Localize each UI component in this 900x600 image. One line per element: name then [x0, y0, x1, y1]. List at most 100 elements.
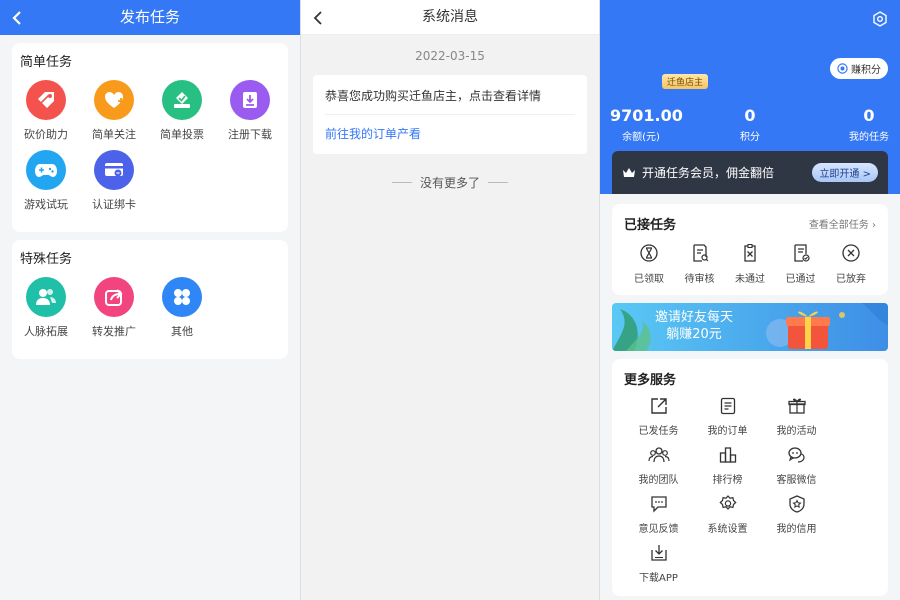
task-type-network[interactable]: 人脉拓展	[12, 277, 80, 339]
avatar[interactable]	[614, 52, 660, 98]
task-status-label: 已通过	[785, 274, 816, 285]
task-status-approved[interactable]: 已通过	[776, 243, 826, 285]
hourglass-icon	[639, 243, 659, 266]
earn-points-label: 赚积分	[851, 65, 881, 76]
task-type-vote[interactable]: 简单投票	[148, 80, 216, 142]
service-ranking[interactable]: 排行榜	[693, 445, 762, 486]
service-label: 下载APP	[639, 573, 678, 584]
chevron-right-icon: ›	[872, 220, 876, 231]
task-type-label: 转发推广	[92, 325, 136, 338]
stat-balance[interactable]: 9701.00 余额(元)	[610, 106, 683, 143]
task-type-label: 简单投票	[160, 128, 204, 141]
task-status-abandoned[interactable]: 已放弃	[826, 243, 876, 285]
heart-plus-icon	[94, 80, 134, 120]
section-title: 已接任务	[624, 218, 677, 233]
member-badge: 迁鱼店主	[662, 74, 709, 89]
service-my-team[interactable]: 我的团队	[624, 445, 693, 486]
publish-task-panel: 发布任务 简单任务 砍价助力 简单关注 简单投票 注册下载 游戏试玩 认证绑卡 …	[0, 0, 300, 600]
service-label: 已发任务	[638, 426, 679, 437]
view-all-label: 查看全部任务	[808, 220, 869, 231]
special-task-section: 特殊任务 人脉拓展 转发推广 其他	[12, 240, 288, 359]
task-status-rejected[interactable]: 未通过	[725, 243, 775, 285]
task-type-label: 其他	[171, 325, 193, 338]
back-icon[interactable]	[309, 0, 327, 35]
messages-header: 系统消息	[301, 0, 599, 35]
card-link-icon	[94, 150, 134, 190]
task-type-label: 砍价助力	[24, 128, 68, 141]
service-label: 我的活动	[776, 426, 817, 437]
stat-tasks[interactable]: 0 我的任务	[840, 106, 898, 143]
vip-open-button[interactable]: 立即开通 >	[812, 163, 878, 182]
system-messages-panel: 系统消息 2022-03-15 恭喜您成功购买迁鱼店主，点击查看详情 前往我的订…	[300, 0, 600, 600]
task-status-label: 未通过	[735, 274, 765, 285]
message-date: 2022-03-15	[415, 49, 485, 63]
vip-text: 开通任务会员，佣金翻倍	[642, 166, 775, 180]
settings-icon[interactable]	[872, 11, 888, 30]
stat-value: 0	[863, 106, 875, 125]
download-icon	[230, 80, 270, 120]
task-status-label: 待审核	[684, 274, 715, 285]
gift-icon	[787, 396, 807, 419]
external-link-icon	[649, 396, 669, 419]
order-link[interactable]: 前往我的订单产看	[325, 115, 575, 142]
vip-bar: 开通任务会员，佣金翻倍 立即开通 >	[612, 151, 888, 194]
view-all-tasks-link[interactable]: 查看全部任务 ›	[809, 216, 876, 231]
service-settings[interactable]: 系统设置	[693, 494, 762, 535]
section-title: 简单任务	[20, 55, 73, 70]
profile-header: 迁鱼店主 赚积分 9701.00 余额(元) 0 积分 0 我的任务 开通任务会…	[600, 0, 900, 194]
tag-icon	[26, 80, 66, 120]
section-title: 更多服务	[624, 373, 677, 388]
no-more-indicator: 没有更多了	[301, 174, 599, 191]
service-my-credit[interactable]: 我的信用	[762, 494, 831, 535]
task-type-card[interactable]: 认证绑卡	[80, 150, 148, 212]
task-type-follow[interactable]: 简单关注	[80, 80, 148, 142]
service-my-activities[interactable]: 我的活动	[762, 396, 831, 437]
service-label: 意见反馈	[638, 524, 679, 535]
task-type-label: 认证绑卡	[92, 198, 136, 211]
earn-points-button[interactable]: 赚积分	[830, 58, 888, 79]
banner-line2: 躺赚20元	[666, 327, 722, 342]
task-status-claimed[interactable]: 已领取	[624, 243, 674, 285]
service-published-tasks[interactable]: 已发任务	[624, 396, 693, 437]
gamepad-icon	[26, 150, 66, 190]
back-icon[interactable]	[8, 0, 26, 35]
task-type-other[interactable]: 其他	[148, 277, 216, 339]
coin-icon	[837, 63, 848, 74]
vote-box-icon	[162, 80, 202, 120]
task-status-pending[interactable]: 待审核	[675, 243, 725, 285]
task-type-bargain[interactable]: 砍价助力	[12, 80, 80, 142]
review-doc-icon	[690, 243, 710, 266]
service-label: 客服微信	[776, 475, 817, 486]
task-type-register[interactable]: 注册下载	[216, 80, 284, 142]
stat-points[interactable]: 0 积分	[730, 106, 770, 143]
crown-icon	[622, 167, 636, 179]
service-my-orders[interactable]: 我的订单	[693, 396, 762, 437]
service-label: 我的信用	[776, 524, 817, 535]
message-text[interactable]: 恭喜您成功购买迁鱼店主，点击查看详情	[325, 87, 575, 115]
message-card[interactable]: 恭喜您成功购买迁鱼店主，点击查看详情 前往我的订单产看	[313, 75, 587, 154]
people-icon	[26, 277, 66, 317]
service-feedback[interactable]: 意见反馈	[624, 494, 693, 535]
invite-banner[interactable]: 邀请好友每天 躺赚20元	[612, 303, 888, 351]
page-title: 发布任务	[119, 8, 180, 26]
profile-panel: 迁鱼店主 赚积分 9701.00 余额(元) 0 积分 0 我的任务 开通任务会…	[600, 0, 900, 600]
app-download-icon	[649, 543, 669, 566]
stat-label: 积分	[740, 132, 760, 143]
reject-doc-icon	[740, 243, 760, 266]
share-icon	[94, 277, 134, 317]
task-type-label: 人脉拓展	[24, 325, 68, 338]
service-label: 我的团队	[638, 475, 679, 486]
task-type-share[interactable]: 转发推广	[80, 277, 148, 339]
task-status-label: 已领取	[634, 274, 664, 285]
service-download-app[interactable]: 下载APP	[624, 543, 693, 584]
page-title: 系统消息	[422, 9, 478, 25]
feedback-icon	[649, 494, 669, 517]
accepted-tasks-section: 已接任务 查看全部任务 › 已领取 待审核 未通过 已通过 已放弃	[612, 204, 888, 295]
task-type-label: 简单关注	[92, 128, 136, 141]
service-wechat-support[interactable]: 客服微信	[762, 445, 831, 486]
banner-line1: 邀请好友每天	[654, 310, 733, 325]
task-status-label: 已放弃	[836, 274, 866, 285]
divider	[391, 182, 412, 183]
task-type-game[interactable]: 游戏试玩	[12, 150, 80, 212]
service-label: 系统设置	[707, 524, 748, 535]
